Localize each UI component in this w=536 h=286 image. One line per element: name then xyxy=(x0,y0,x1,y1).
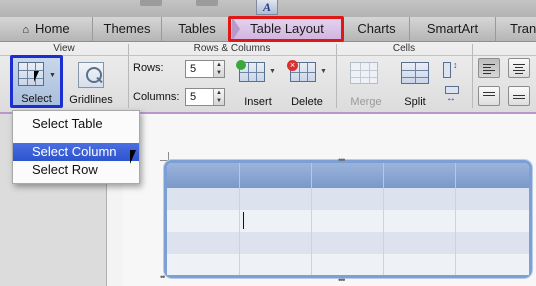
rows-label: Rows: xyxy=(133,62,164,74)
split-label: Split xyxy=(404,96,426,108)
chevron-down-icon: ▼ xyxy=(269,68,276,75)
top-toolbar-strip: A xyxy=(0,0,536,17)
table-row[interactable] xyxy=(167,188,529,210)
resize-handle-corner[interactable]: •• xyxy=(160,272,165,282)
tab-label: Tran xyxy=(510,21,536,36)
group-label-view: View xyxy=(0,42,128,56)
tab-home[interactable]: ⌂ Home xyxy=(0,17,93,41)
menu-item-select-column[interactable]: Select Column xyxy=(13,143,139,161)
insert-icon xyxy=(236,60,265,82)
columns-stepper[interactable]: 5 ▲ ▼ xyxy=(185,88,225,106)
chevron-down-icon: ▼ xyxy=(320,68,327,75)
columns-label: Columns: xyxy=(133,91,180,103)
select-dropdown-menu: Select Table Select Column Select Row xyxy=(12,110,140,184)
group-label-alignment xyxy=(473,42,536,56)
table-header-divider xyxy=(239,163,240,188)
tab-label: Themes xyxy=(103,21,151,36)
mouse-pointer-icon xyxy=(130,150,142,164)
table-row[interactable] xyxy=(167,254,529,275)
select-label: Select xyxy=(21,93,52,105)
text-cursor xyxy=(243,212,244,229)
gridlines-button[interactable]: Gridlines xyxy=(66,58,116,108)
group-label-rows-columns: Rows & Columns xyxy=(128,42,336,56)
table-column-divider xyxy=(311,188,312,275)
rows-value: 5 xyxy=(190,63,197,75)
tab-themes[interactable]: Themes xyxy=(93,17,162,41)
chevron-down-icon: ▼ xyxy=(49,72,56,79)
merge-label: Merge xyxy=(350,96,382,108)
delete-icon: × xyxy=(287,60,316,82)
align-top-button[interactable] xyxy=(478,86,500,106)
table-column-divider xyxy=(239,188,240,275)
stepper-arrows-icon[interactable]: ▲ ▼ xyxy=(213,61,224,77)
delete-label: Delete xyxy=(291,96,323,108)
tab-smartart[interactable]: SmartArt xyxy=(410,17,496,41)
tab-tables[interactable]: Tables xyxy=(162,17,232,41)
align-left-button[interactable] xyxy=(478,58,500,78)
text-style-icon[interactable]: A xyxy=(256,0,278,15)
table-header-row[interactable] xyxy=(167,163,529,188)
table-header-divider xyxy=(311,163,312,188)
table-header-divider xyxy=(383,163,384,188)
columns-value: 5 xyxy=(190,91,197,103)
menu-item-select-table[interactable]: Select Table xyxy=(13,115,139,133)
rows-stepper[interactable]: 5 ▲ ▼ xyxy=(185,60,225,78)
insert-button[interactable]: ▼ Insert xyxy=(235,58,281,108)
toolbar-ghost-button[interactable] xyxy=(140,0,162,6)
toolbar-ghost-button[interactable] xyxy=(196,0,218,6)
tab-charts[interactable]: Charts xyxy=(344,17,410,41)
table-row[interactable] xyxy=(167,210,529,232)
split-icon xyxy=(401,62,429,84)
tab-label: Charts xyxy=(357,21,396,36)
table-column-divider xyxy=(383,188,384,275)
tab-arrow-decoration xyxy=(232,17,240,41)
resize-handle-bottom[interactable]: ••• xyxy=(338,275,346,285)
crop-mark xyxy=(160,152,169,161)
table-column-divider xyxy=(455,188,456,275)
ribbon-tab-bar: ⌂ Home Themes Tables Table Layout Charts … xyxy=(0,17,536,42)
delete-button[interactable]: × ▼ Delete xyxy=(284,58,330,108)
resize-handle-top[interactable]: ••• xyxy=(338,155,346,165)
table-object[interactable] xyxy=(164,160,532,278)
tab-label: Home xyxy=(34,21,70,36)
distribute-rows-icon[interactable]: ↕ xyxy=(443,60,461,80)
menu-item-select-row[interactable]: Select Row xyxy=(13,161,139,179)
tab-label: SmartArt xyxy=(426,21,479,36)
insert-label: Insert xyxy=(244,96,272,108)
group-label-cells: Cells xyxy=(336,42,472,56)
stepper-arrows-icon[interactable]: ▲ ▼ xyxy=(213,89,224,105)
tab-transitions[interactable]: Tran xyxy=(496,17,536,41)
table-header-divider xyxy=(455,163,456,188)
gridlines-icon xyxy=(78,62,104,88)
mouse-pointer-icon xyxy=(34,71,43,82)
distribute-columns-icon[interactable]: ↔ xyxy=(443,86,461,106)
align-middle-button[interactable] xyxy=(508,86,530,106)
align-center-button[interactable] xyxy=(508,58,530,78)
table-row[interactable] xyxy=(167,232,529,254)
merge-button[interactable]: Merge xyxy=(344,58,388,108)
tab-label: Tables xyxy=(178,21,216,36)
tab-label: Table Layout xyxy=(250,21,324,36)
tab-table-layout[interactable]: Table Layout xyxy=(232,17,342,41)
gridlines-label: Gridlines xyxy=(69,94,113,106)
merge-icon xyxy=(350,62,378,84)
split-button[interactable]: Split xyxy=(395,58,435,108)
home-icon: ⌂ xyxy=(22,24,29,36)
